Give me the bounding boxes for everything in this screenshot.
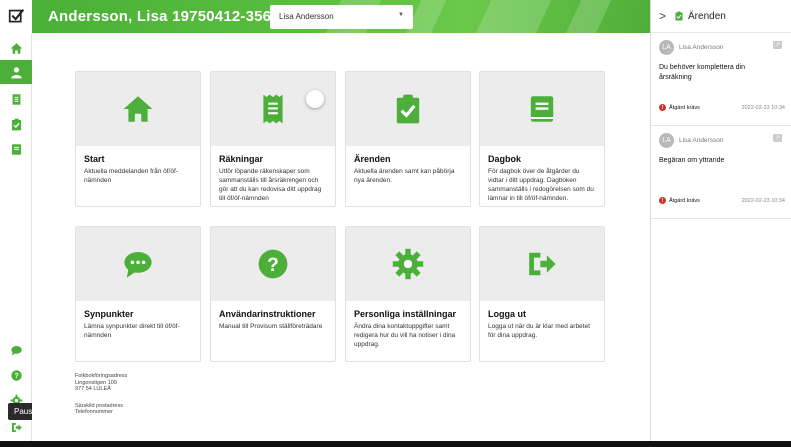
help-icon: ? (10, 369, 22, 381)
logout-icon (529, 252, 556, 276)
top-header: Andersson, Lisa 19750412-3569 Lisa Ander… (32, 0, 650, 33)
card-title: Dagbok (488, 154, 522, 164)
status-badge: ! Åtgärd krävs (659, 197, 700, 204)
sidebar-item-clipboard[interactable] (0, 112, 32, 136)
right-panel-title: Ärenden (688, 10, 726, 22)
card-description: Utför löpande räkenskaper som sammanstäl… (219, 168, 322, 202)
case-text: Du behöver komplettera din årsräkning (659, 64, 745, 81)
postal-address-label: Särskild postadress (75, 402, 123, 409)
sidebar-item-help[interactable]: ? (0, 363, 32, 387)
clipboard-check-icon (675, 11, 683, 21)
chat-icon (124, 252, 152, 278)
app-window: { "header": {"title": "Andersson, Lisa 1… (0, 0, 791, 447)
case-date: 2022-02-23 10:34 (741, 198, 785, 204)
address-city: 977 54 LULEÅ (75, 386, 111, 393)
receipt-icon (12, 93, 20, 105)
sidebar-item-book[interactable] (0, 137, 32, 161)
gear-icon (392, 248, 424, 280)
right-panel-header: > Ärenden (651, 0, 791, 33)
card-description: Manual till Provisum ställföreträdare (219, 323, 323, 330)
card-anvandarinstruktioner[interactable]: ? Användarinstruktioner Manual till Prov… (210, 226, 336, 362)
card-title: Ärenden (354, 154, 391, 164)
card-synpunkter[interactable]: Synpunkter Lämna synpunkter direkt till … (75, 226, 201, 362)
sidebar-item-home[interactable] (0, 36, 32, 60)
sidebar-item-person[interactable] (0, 60, 32, 84)
card-description: Aktuella ärenden samt kan påbörja nya är… (354, 168, 455, 184)
case-author: Lisa Andersson (679, 137, 724, 144)
card-description: För dagbok över de åtgärder du vidtar i … (488, 168, 594, 202)
address-label: Folkbokföringsadress (75, 373, 128, 379)
address-block: Folkbokföringsadress Lingonstigen 109 97… (75, 373, 127, 416)
card-dagbok[interactable]: Dagbok För dagbok över de åtgärder du vi… (479, 71, 605, 207)
card-personliga-installningar[interactable]: Personliga inställningar Ändra dina kont… (345, 226, 471, 362)
sidebar-item-chat[interactable] (0, 338, 32, 362)
toggle-knob[interactable] (306, 90, 324, 108)
bottom-bar (0, 441, 791, 447)
app-logo[interactable] (0, 0, 32, 33)
avatar: LA (659, 40, 674, 55)
phone-label: Telefonnummer (75, 409, 113, 416)
home-icon (10, 42, 22, 54)
main-content: Start Aktuella meddelanden från öf/öf-nä… (32, 33, 650, 441)
right-panel: > Ärenden LA Lisa Andersson ↗ Du behöver… (650, 0, 791, 441)
card-title: Start (84, 154, 105, 164)
card-title: Logga ut (488, 309, 526, 319)
book-icon (11, 143, 21, 155)
card-title: Synpunkter (84, 309, 134, 319)
card-title: Användarinstruktioner (219, 309, 316, 319)
card-title: Räkningar (219, 154, 264, 164)
card-arenden[interactable]: Ärenden Aktuella ärenden samt kan påbörj… (345, 71, 471, 207)
case-date: 2022-02-23 10:34 (741, 105, 785, 111)
avatar: LA (659, 133, 674, 148)
alert-icon: ! (659, 197, 666, 204)
card-description: Logga ut när du är klar med arbetet för … (488, 323, 590, 339)
case-item[interactable]: LA Lisa Andersson ↗ Begäran om yttrande … (651, 126, 791, 219)
card-title: Personliga inställningar (354, 309, 457, 319)
user-select-value: Lisa Andersson (279, 12, 334, 21)
user-select-dropdown[interactable]: Lisa Andersson ▼ (270, 5, 413, 29)
left-sidebar: ? (0, 0, 32, 441)
status-label: Åtgärd krävs (669, 197, 700, 204)
checkbox-logo-icon (8, 9, 24, 23)
open-external-icon[interactable]: ↗ (773, 41, 782, 49)
home-icon (123, 96, 153, 122)
card-start[interactable]: Start Aktuella meddelanden från öf/öf-nä… (75, 71, 201, 207)
clipboard-check-icon (396, 94, 420, 124)
card-description: Lämna synpunkter direkt till öf/öf-nämnd… (84, 323, 180, 339)
case-item[interactable]: LA Lisa Andersson ↗ Du behöver komplette… (651, 33, 791, 126)
alert-icon: ! (659, 104, 666, 111)
chevron-down-icon: ▼ (398, 12, 404, 18)
card-description: Aktuella meddelanden från öf/öf-nämnden (84, 168, 178, 184)
status-badge: ! Åtgärd krävs (659, 104, 700, 111)
chat-icon (10, 345, 22, 356)
svg-text:?: ? (14, 372, 18, 380)
receipt-icon (263, 94, 283, 124)
help-icon: ? (258, 249, 288, 279)
case-text: Begäran om yttrande (659, 157, 725, 164)
book-icon (530, 96, 554, 122)
card-description: Ändra dina kontaktuppgifter samt rediger… (354, 323, 456, 348)
logout-icon (11, 422, 22, 432)
chevron-right-icon[interactable]: > (659, 9, 666, 23)
status-label: Åtgärd krävs (669, 104, 700, 111)
clipboard-check-icon (11, 118, 21, 130)
svg-text:?: ? (267, 255, 279, 276)
page-title: Andersson, Lisa 19750412-3569 (48, 8, 280, 25)
card-logga-ut[interactable]: Logga ut Logga ut när du är klar med arb… (479, 226, 605, 362)
open-external-icon[interactable]: ↗ (773, 134, 782, 142)
sidebar-item-receipt[interactable] (0, 87, 32, 111)
case-author: Lisa Andersson (679, 44, 724, 51)
person-icon (10, 66, 22, 78)
